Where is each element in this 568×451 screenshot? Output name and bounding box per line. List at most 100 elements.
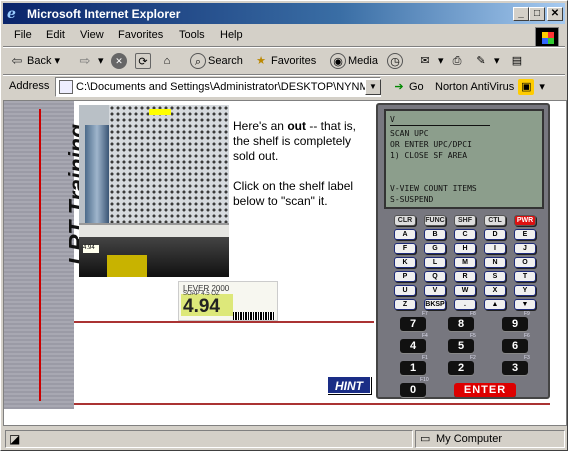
go-button[interactable]: ➔ Go — [391, 78, 423, 96]
divider — [74, 403, 550, 405]
key-clr[interactable]: CLR — [394, 215, 416, 226]
search-icon: ⌕ — [190, 53, 206, 70]
scanner-screen: V SCAN UPC OR ENTER UPC/DPCI 1) CLOSE SF… — [384, 109, 544, 209]
key-6[interactable]: 6 — [502, 339, 528, 353]
search-button[interactable]: ⌕ Search — [190, 52, 243, 70]
key-dot[interactable]: . — [454, 299, 476, 310]
key-h[interactable]: H — [454, 243, 476, 254]
address-label: Address — [9, 80, 50, 92]
key-x[interactable]: X — [484, 285, 506, 296]
key-s[interactable]: S — [484, 271, 506, 282]
key-9[interactable]: 9 — [502, 317, 528, 331]
menu-file[interactable]: File — [14, 29, 32, 41]
key-sublabel: F3 — [524, 355, 530, 361]
media-button[interactable]: ◉ Media — [330, 52, 378, 70]
key-sublabel: F9 — [524, 311, 530, 317]
back-button[interactable]: ⇦ Back ▾ — [9, 52, 61, 70]
key-b[interactable]: B — [424, 229, 446, 240]
address-input[interactable]: C:\Documents and Settings\Administrator\… — [55, 77, 381, 97]
go-arrow-icon: ➔ — [394, 81, 404, 94]
address-dropdown-button[interactable]: ▼ — [365, 79, 381, 95]
key-n[interactable]: N — [484, 257, 506, 268]
key-a[interactable]: A — [394, 229, 416, 240]
forward-button[interactable]: ⇨ ▾ — [77, 52, 104, 70]
instruction-text: Here's an out -- that is, the shelf is c… — [233, 119, 373, 224]
print-button[interactable]: ⎙ — [449, 52, 467, 70]
hint-button[interactable]: HINT — [327, 376, 371, 394]
key-r[interactable]: R — [454, 271, 476, 282]
enter-button[interactable]: ENTER — [454, 383, 516, 397]
status-bar: ◪ ▭ My Computer — [3, 429, 567, 449]
key-func[interactable]: FUNC — [424, 215, 446, 226]
key-pwr[interactable]: PWR — [514, 215, 536, 226]
key-j[interactable]: J — [514, 243, 536, 254]
close-button[interactable]: ✕ — [547, 7, 563, 21]
minimize-button[interactable]: _ — [513, 7, 529, 21]
title-bar: e Microsoft Internet Explorer _ □ ✕ — [3, 3, 565, 24]
key-7[interactable]: 7 — [400, 317, 426, 331]
key-down-arrow-icon[interactable]: ▼ — [514, 299, 536, 310]
empty-shelf-photo: 4.94 — [79, 105, 229, 277]
key-5[interactable]: 5 — [448, 339, 474, 353]
menu-help[interactable]: Help — [220, 29, 243, 41]
key-3[interactable]: 3 — [502, 361, 528, 375]
favorites-button[interactable]: ★ Favorites — [253, 52, 316, 70]
menu-edit[interactable]: Edit — [46, 29, 65, 41]
key-2[interactable]: 2 — [448, 361, 474, 375]
key-o[interactable]: O — [514, 257, 536, 268]
key-g[interactable]: G — [424, 243, 446, 254]
print-icon: ⎙ — [452, 55, 462, 68]
discuss-button[interactable]: ▤ — [509, 52, 527, 70]
key-q[interactable]: Q — [424, 271, 446, 282]
stop-button[interactable]: ✕ — [111, 52, 129, 70]
discuss-icon: ▤ — [511, 55, 523, 68]
key-4[interactable]: 4 — [400, 339, 426, 353]
toolbar: ⇦ Back ▾ ⇨ ▾ ✕ ⟳ ⌂ ⌕ Search ★ Favorites ◉ Me… — [3, 48, 565, 74]
key-t[interactable]: T — [514, 271, 536, 282]
key-0[interactable]: 0 — [400, 383, 426, 397]
key-f[interactable]: F — [394, 243, 416, 254]
menu-favorites[interactable]: Favorites — [118, 29, 163, 41]
key-w[interactable]: W — [454, 285, 476, 296]
menu-tools[interactable]: Tools — [179, 29, 205, 41]
edit-button[interactable]: ✎ ▾ — [473, 52, 499, 70]
key-z[interactable]: Z — [394, 299, 416, 310]
key-u[interactable]: U — [394, 285, 416, 296]
key-8[interactable]: 8 — [448, 317, 474, 331]
key-c[interactable]: C — [454, 229, 476, 240]
key-sublabel: F10 — [420, 377, 429, 383]
key-v[interactable]: V — [424, 285, 446, 296]
key-sublabel: F5 — [470, 333, 476, 339]
home-icon: ⌂ — [163, 55, 171, 68]
scanner-keypad: CLR FUNC SHF CTL PWR A B C D E F G H I J K L M N O P Q R S T U V W X… — [384, 213, 546, 399]
home-button[interactable]: ⌂ — [159, 52, 177, 70]
refresh-button[interactable]: ⟳ — [135, 52, 153, 70]
key-k[interactable]: K — [394, 257, 416, 268]
window-title: Microsoft Internet Explorer — [27, 7, 181, 21]
key-e[interactable]: E — [514, 229, 536, 240]
mail-button[interactable]: ✉ ▾ — [417, 52, 443, 70]
key-ctl[interactable]: CTL — [484, 215, 506, 226]
norton-antivirus-button[interactable]: Norton AntiVirus ▣ ▾ — [435, 78, 545, 96]
key-d[interactable]: D — [484, 229, 506, 240]
key-y[interactable]: Y — [514, 285, 536, 296]
history-button[interactable]: ◷ — [387, 52, 405, 70]
key-up-arrow-icon[interactable]: ▲ — [484, 299, 506, 310]
key-sublabel: F2 — [470, 355, 476, 361]
key-i[interactable]: I — [484, 243, 506, 254]
key-shf[interactable]: SHF — [454, 215, 476, 226]
shelf-price-tag: 4.94 — [83, 245, 99, 253]
menu-view[interactable]: View — [80, 29, 104, 41]
edit-icon: ✎ — [476, 55, 486, 68]
key-sublabel: F4 — [422, 333, 428, 339]
maximize-button[interactable]: □ — [529, 7, 545, 21]
key-p[interactable]: P — [394, 271, 416, 282]
key-l[interactable]: L — [424, 257, 446, 268]
key-m[interactable]: M — [454, 257, 476, 268]
back-arrow-icon: ⇦ — [11, 53, 23, 69]
key-1[interactable]: 1 — [400, 361, 426, 375]
media-icon: ◉ — [330, 53, 346, 70]
forward-arrow-icon: ⇨ — [79, 53, 91, 69]
key-bksp[interactable]: BKSP — [424, 299, 446, 310]
shelf-label[interactable]: LEVER 2000 SOAP 4.5 OZ 4.94 — [178, 281, 278, 321]
